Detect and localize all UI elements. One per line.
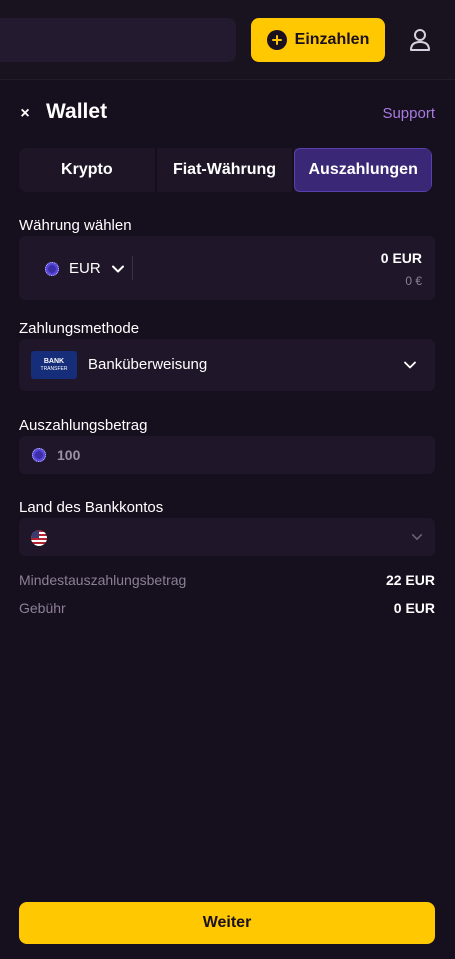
support-link[interactable]: Support	[382, 105, 435, 122]
chevron-down-icon	[411, 534, 423, 540]
bank-country-select[interactable]	[19, 518, 435, 556]
currency-divider	[132, 256, 133, 280]
currency-field: EUR 0 EUR 0 €	[19, 236, 435, 300]
payment-method-label: Zahlungsmethode	[19, 320, 140, 337]
min-withdraw-row: Mindestauszahlungsbetrag 22 EUR	[19, 572, 435, 588]
fee-value: 0 EUR	[393, 600, 435, 616]
bank-logo-subtext: TRANSFER	[40, 366, 68, 372]
withdraw-amount-input[interactable]: 100	[19, 436, 435, 474]
page-title: Wallet	[46, 100, 108, 123]
payment-method-select[interactable]: BANK TRANSFER Banküberweisung	[19, 339, 435, 391]
top-bar: Einzahlen	[0, 0, 455, 80]
continue-button[interactable]: Weiter	[19, 902, 435, 944]
wallet-tabs: Krypto Fiat-Währung Auszahlungen	[19, 148, 432, 192]
search-bar[interactable]	[0, 18, 236, 62]
plus-circle-icon	[266, 30, 287, 50]
deposit-button[interactable]: Einzahlen	[251, 18, 385, 62]
deposit-button-label: Einzahlen	[294, 31, 370, 48]
us-flag-icon	[31, 530, 47, 546]
bank-transfer-logo: BANK TRANSFER	[31, 351, 77, 379]
tab-crypto[interactable]: Krypto	[19, 148, 157, 192]
euro-coin-icon	[45, 261, 59, 276]
currency-balance: 0 EUR	[380, 250, 422, 266]
chevron-down-icon	[404, 361, 416, 369]
chevron-down-icon	[111, 265, 124, 272]
currency-balance-converted: 0 €	[405, 274, 422, 288]
currency-label: Währung wählen	[19, 217, 132, 234]
currency-select[interactable]: EUR	[45, 260, 125, 277]
tab-withdrawals[interactable]: Auszahlungen	[294, 148, 432, 192]
fee-row: Gebühr 0 EUR	[19, 600, 435, 616]
min-withdraw-label: Mindestauszahlungsbetrag	[19, 572, 187, 588]
withdraw-amount-value: 100	[57, 447, 81, 463]
currency-select-value: EUR	[69, 260, 101, 277]
close-icon[interactable]: ×	[17, 104, 33, 124]
bank-logo-text: BANK	[43, 358, 65, 365]
withdraw-amount-label: Auszahlungsbetrag	[19, 417, 148, 434]
fee-label: Gebühr	[19, 600, 66, 616]
min-withdraw-value: 22 EUR	[385, 572, 435, 588]
bank-country-label: Land des Bankkontos	[19, 499, 164, 516]
payment-method-value: Banküberweisung	[88, 356, 208, 373]
tab-fiat[interactable]: Fiat-Währung	[157, 148, 295, 192]
wallet-page: Einzahlen × Wallet Support Krypto Fiat-W…	[0, 0, 455, 959]
user-icon[interactable]	[406, 26, 434, 54]
euro-coin-icon	[32, 448, 46, 462]
